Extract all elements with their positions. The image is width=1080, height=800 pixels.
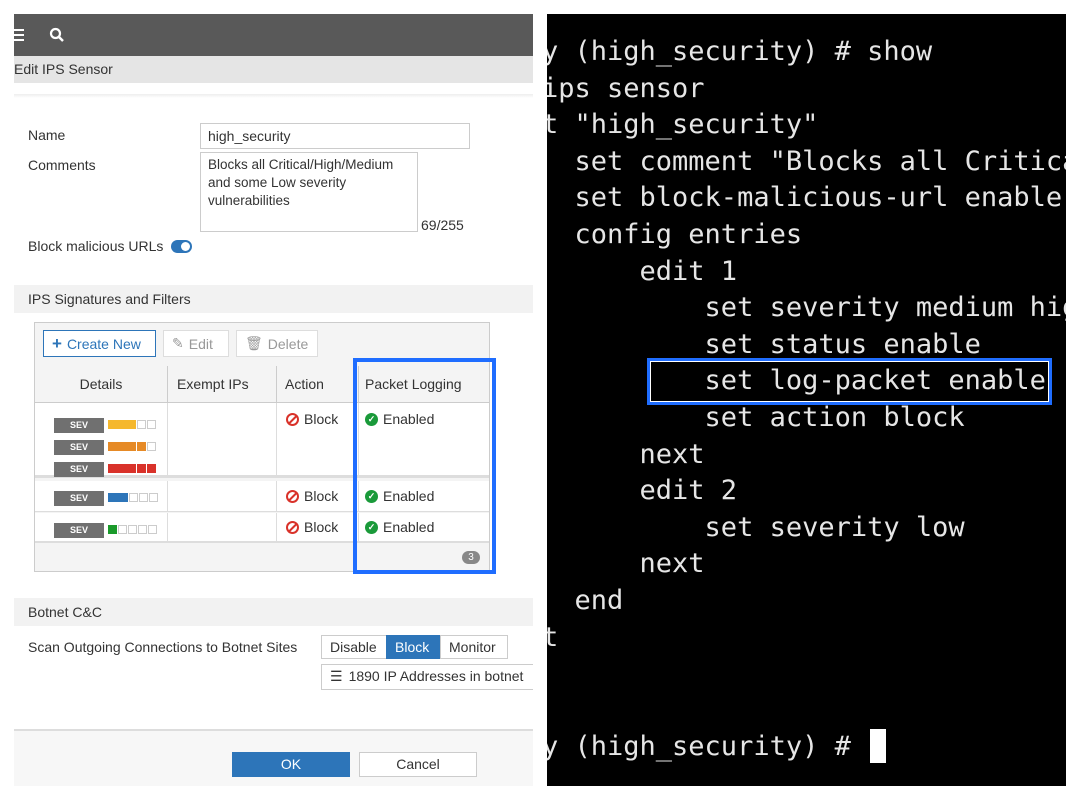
column-header-exempt-ips[interactable]: Exempt IPs [168, 366, 277, 403]
packet-logging-highlight [353, 358, 496, 574]
plus-icon: + [52, 333, 62, 353]
terminal-line: set action block [547, 402, 965, 433]
terminal-line: y (high_security) # show [547, 36, 933, 67]
sev-badge: SEV [54, 491, 104, 506]
terminal-line: set block-malicious-url enable [547, 182, 1063, 214]
severity-bar-high [108, 441, 156, 451]
ips-signatures-section-header: IPS Signatures and Filters [14, 285, 533, 313]
block-icon [286, 489, 299, 503]
terminal-line: set comment "Blocks all Critical/High/Me… [574, 145, 1067, 177]
terminal-line: ips sensor [547, 72, 705, 104]
comments-char-count: 69/255 [421, 217, 464, 233]
list-icon: ☰ [330, 668, 343, 684]
severity-bar-info [108, 524, 157, 534]
details-cell: SEV [35, 513, 168, 541]
terminal-line: set severity low [547, 511, 965, 543]
sev-badge: SEV [54, 523, 104, 538]
comments-textarea[interactable]: Blocks all Critical/High/Medium and some… [200, 152, 418, 232]
pencil-icon: ✎ [172, 335, 184, 351]
botnet-ip-list-button[interactable]: ☰ 1890 IP Addresses in botnet [321, 664, 533, 690]
delete-button[interactable]: 🗑 Delete [236, 330, 318, 357]
botnet-section-header: Botnet C&C [14, 598, 533, 626]
botnet-option-monitor[interactable]: Monitor [440, 635, 508, 659]
details-cell: SEV SEV SEV [35, 403, 168, 477]
severity-bar-critical [108, 463, 156, 473]
column-header-action[interactable]: Action [277, 366, 359, 403]
terminal-line: edit 2 [547, 475, 738, 507]
block-icon [286, 413, 299, 426]
terminal-line: end [547, 585, 624, 616]
name-input[interactable]: high_security [200, 123, 470, 149]
severity-bar-low [108, 492, 158, 502]
terminal-line: config entries [547, 219, 803, 250]
edit-button[interactable]: ✎ Edit [163, 330, 229, 357]
log-packet-highlight [647, 358, 1052, 405]
scan-botnet-label: Scan Outgoing Connections to Botnet Site… [28, 639, 298, 655]
exempt-ips-cell [168, 403, 277, 475]
comments-label: Comments [28, 157, 96, 173]
sev-badge: SEV [54, 440, 104, 455]
severity-bar-medium [108, 419, 156, 429]
sev-badge: SEV [54, 462, 104, 477]
divider [14, 94, 533, 98]
hamburger-icon[interactable] [14, 29, 24, 41]
action-cell: Block [277, 403, 359, 475]
page-title: Edit IPS Sensor [14, 56, 533, 83]
terminal-line: next [547, 548, 705, 580]
cli-terminal[interactable]: y (high_security) # show ips sensor t "hig… [547, 14, 1066, 786]
block-icon [286, 520, 299, 534]
top-bar [14, 14, 533, 56]
trash-icon: 🗑 [245, 335, 263, 351]
terminal-line: t "high_security" [547, 109, 819, 141]
botnet-option-block[interactable]: Block [386, 635, 440, 659]
column-header-details[interactable]: Details [35, 366, 168, 403]
sev-badge: SEV [54, 418, 104, 433]
search-icon[interactable] [49, 27, 65, 46]
block-urls-label: Block malicious URLs [28, 238, 164, 254]
details-cell: SEV [35, 481, 168, 511]
terminal-line: next [547, 438, 705, 470]
terminal-line: y (high_security) # [547, 731, 868, 763]
action-cell: Block [277, 481, 359, 511]
terminal-line: set severity medium high critical [704, 292, 1066, 324]
ips-sensor-gui: Edit IPS Sensor Name high_security Comme… [14, 14, 533, 786]
exempt-ips-cell [168, 481, 277, 511]
exempt-ips-cell [168, 513, 277, 541]
terminal-line: edit 1 [547, 255, 738, 287]
cancel-button[interactable]: Cancel [359, 752, 477, 777]
ok-button[interactable]: OK [232, 752, 350, 777]
botnet-option-disable[interactable]: Disable [321, 635, 387, 659]
terminal-line: t [547, 621, 559, 653]
block-urls-toggle[interactable] [171, 240, 192, 253]
create-new-button[interactable]: + Create New [43, 330, 156, 357]
name-label: Name [28, 127, 66, 143]
terminal-cursor [870, 729, 886, 764]
action-cell: Block [277, 513, 359, 541]
